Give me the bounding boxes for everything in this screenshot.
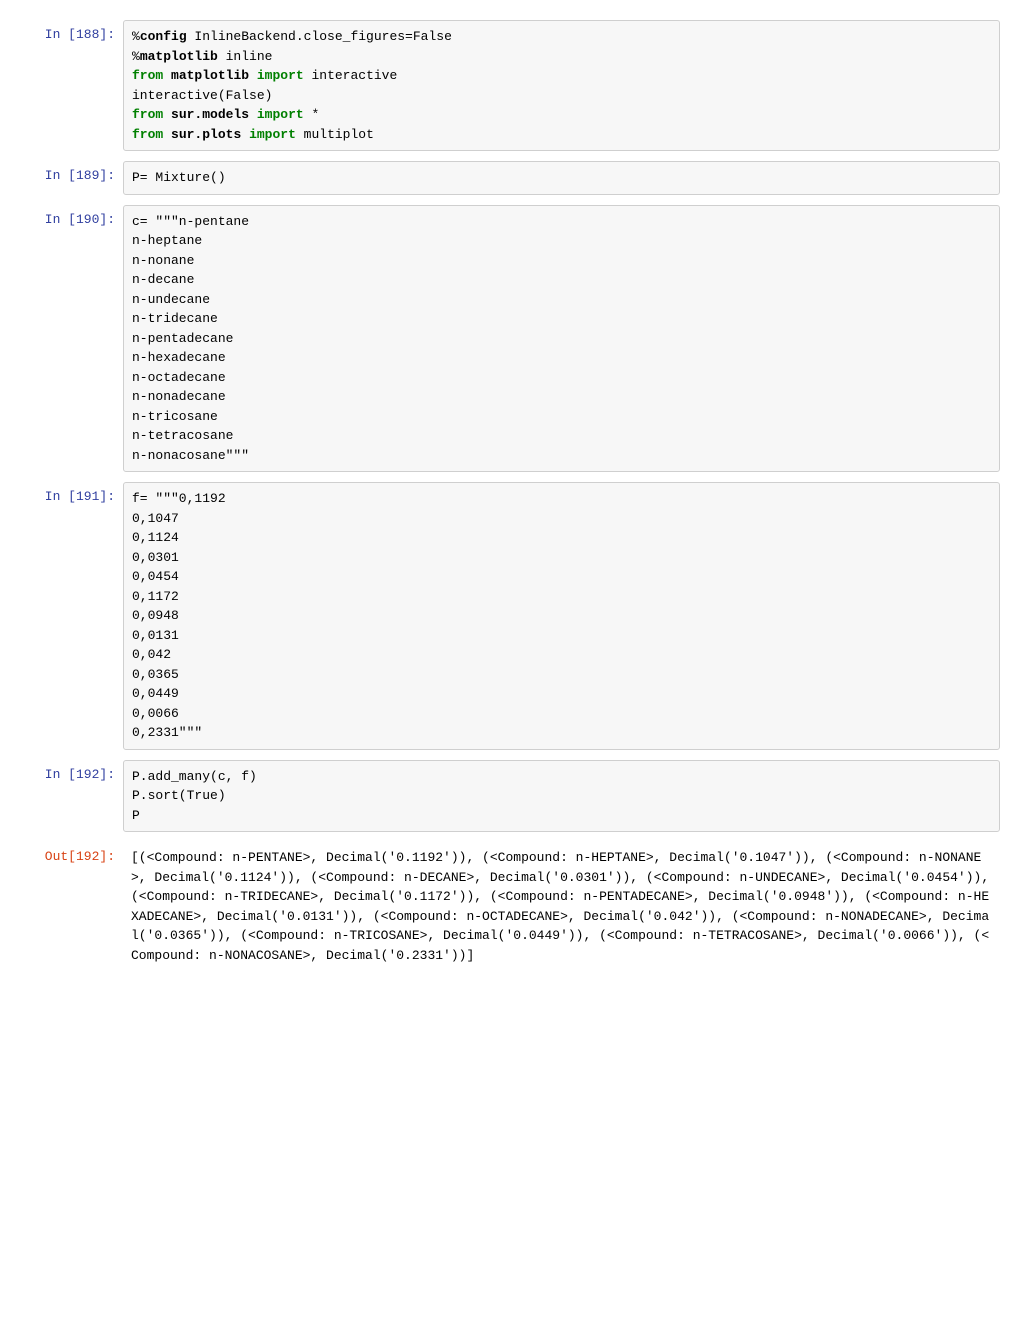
code-input[interactable]: c= """n-pentane n-heptane n-nonane n-dec… — [123, 205, 1000, 473]
code-cell: In [191]:f= """0,1192 0,1047 0,1124 0,03… — [20, 482, 1000, 750]
code-cell: In [192]:P.add_many(c, f) P.sort(True) P — [20, 760, 1000, 833]
code-input[interactable]: f= """0,1192 0,1047 0,1124 0,0301 0,0454… — [123, 482, 1000, 750]
code-input[interactable]: P= Mixture() — [123, 161, 1000, 195]
notebook-cells: In [188]:%config InlineBackend.close_fig… — [20, 20, 1000, 971]
input-prompt: In [190]: — [20, 205, 123, 473]
input-prompt: In [191]: — [20, 482, 123, 750]
input-prompt: In [188]: — [20, 20, 123, 151]
output-cell: Out[192]:[(<Compound: n-PENTANE>, Decima… — [20, 842, 1000, 971]
code-cell: In [190]:c= """n-pentane n-heptane n-non… — [20, 205, 1000, 473]
code-input[interactable]: P.add_many(c, f) P.sort(True) P — [123, 760, 1000, 833]
code-cell: In [189]:P= Mixture() — [20, 161, 1000, 195]
input-prompt: In [192]: — [20, 760, 123, 833]
output-text: [(<Compound: n-PENTANE>, Decimal('0.1192… — [123, 842, 1000, 971]
code-input[interactable]: %config InlineBackend.close_figures=Fals… — [123, 20, 1000, 151]
output-prompt: Out[192]: — [20, 842, 123, 971]
code-cell: In [188]:%config InlineBackend.close_fig… — [20, 20, 1000, 151]
input-prompt: In [189]: — [20, 161, 123, 195]
